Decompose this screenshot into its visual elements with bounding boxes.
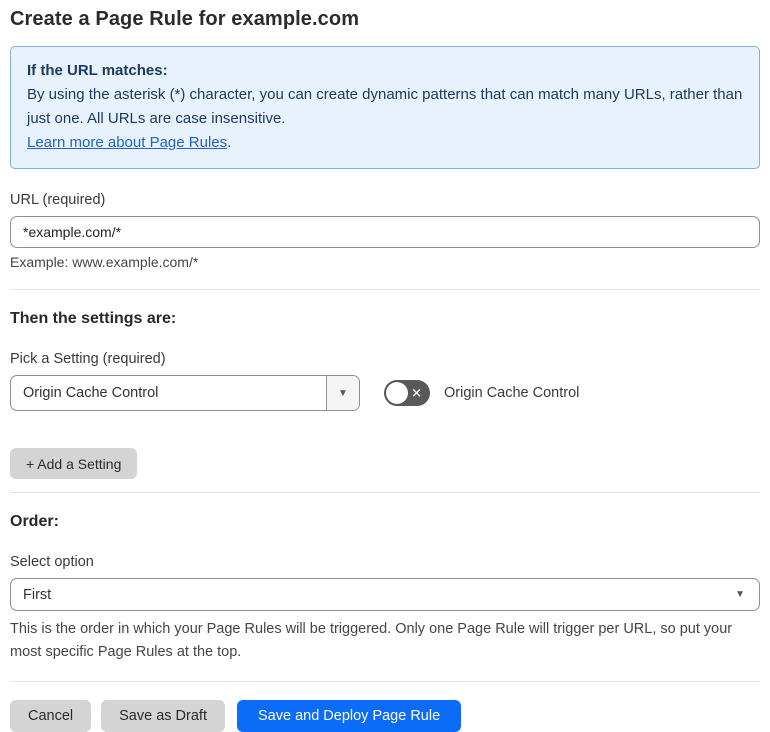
order-select[interactable]: First ▼ [10, 578, 760, 611]
setting-row: Origin Cache Control ▼ ✕ Origin Cache Co… [10, 375, 760, 411]
info-box-body: By using the asterisk (*) character, you… [27, 86, 743, 127]
toggle-knob [386, 382, 408, 404]
link-suffix: . [227, 134, 232, 151]
order-select-label: Select option [10, 554, 94, 570]
settings-heading: Then the settings are: [10, 310, 177, 327]
origin-cache-control-toggle-group: ✕ Origin Cache Control [384, 380, 579, 406]
toggle-caption: Origin Cache Control [444, 385, 580, 401]
setting-select[interactable]: Origin Cache Control ▼ [10, 375, 360, 411]
setting-select-value: Origin Cache Control [23, 385, 159, 401]
url-example-text: Example: www.example.com/* [10, 254, 199, 270]
chevron-down-icon: ▼ [338, 387, 348, 399]
cancel-button[interactable]: Cancel [10, 700, 92, 732]
save-as-draft-button[interactable]: Save as Draft [101, 700, 225, 732]
origin-cache-control-toggle[interactable]: ✕ [384, 380, 430, 406]
learn-more-link[interactable]: Learn more about Page Rules [27, 134, 227, 151]
info-box-link-row: Learn more about Page Rules. [27, 131, 743, 155]
page-title: Create a Page Rule for example.com [10, 8, 360, 30]
order-helper-text: This is the order in which your Page Rul… [10, 621, 733, 660]
divider [10, 681, 760, 682]
footer-actions: Cancel Save as Draft Save and Deploy Pag… [10, 700, 760, 732]
setting-select-arrow-button[interactable]: ▼ [326, 376, 359, 410]
order-select-value: First [23, 586, 52, 603]
divider [10, 289, 760, 290]
info-box-heading: If the URL matches: [27, 62, 168, 79]
url-input[interactable] [10, 216, 760, 248]
toggle-off-x-icon: ✕ [411, 385, 422, 401]
order-heading: Order: [10, 513, 59, 530]
save-and-deploy-button[interactable]: Save and Deploy Page Rule [236, 700, 462, 732]
url-label: URL (required) [10, 192, 106, 208]
url-match-info-box: If the URL matches: By using the asteris… [10, 46, 760, 169]
chevron-down-icon: ▼ [735, 589, 745, 600]
divider [10, 492, 760, 493]
pick-setting-label: Pick a Setting (required) [10, 351, 166, 367]
add-setting-button[interactable]: + Add a Setting [10, 448, 138, 479]
